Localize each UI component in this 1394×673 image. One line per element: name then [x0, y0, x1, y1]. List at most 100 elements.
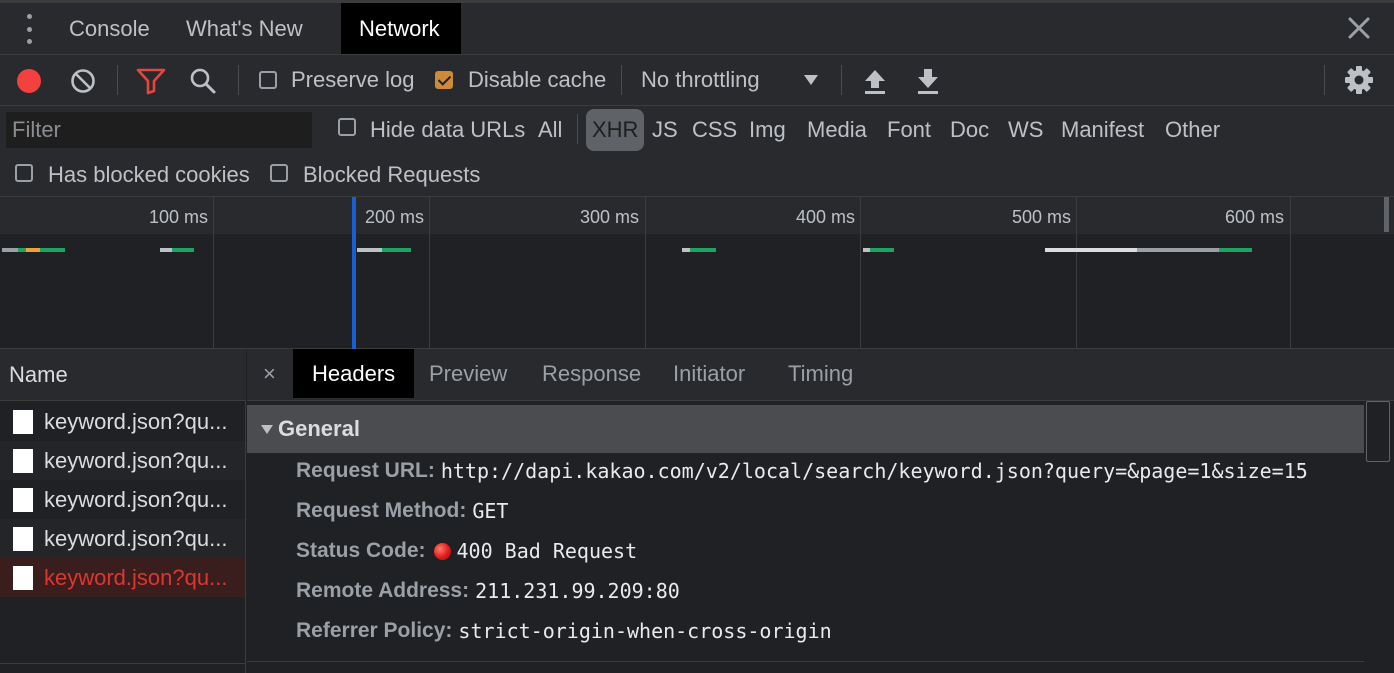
header-value[interactable]: strict-origin-when-cross-origin [458, 619, 831, 643]
type-filter-manifest[interactable]: Manifest [1055, 109, 1150, 151]
timeline-marker[interactable] [352, 197, 356, 349]
tab-response[interactable]: Response [523, 349, 660, 398]
tick-label: 400 ms [796, 207, 856, 227]
request-row[interactable]: keyword.json?qu... [0, 519, 245, 558]
grid-line [860, 197, 861, 349]
blocked-requests-checkbox[interactable] [270, 164, 288, 182]
filter-icon[interactable] [136, 67, 166, 95]
tab-timing[interactable]: Timing [769, 349, 872, 398]
header-value[interactable]: GET [472, 499, 508, 523]
has-blocked-cookies-label[interactable]: Has blocked cookies [48, 162, 250, 188]
tick-label: 600 ms [1225, 207, 1285, 227]
import-har-icon[interactable] [862, 67, 888, 95]
type-filter-media[interactable]: Media [801, 109, 873, 151]
throttling-select[interactable]: No throttling [641, 67, 760, 93]
timeline-bar-segment [1137, 248, 1219, 252]
timeline-bar-segment [357, 248, 382, 252]
toolbar-separator [238, 65, 239, 95]
timeline-bar-segment [26, 248, 40, 252]
timeline-bar-segment [690, 248, 716, 252]
search-icon[interactable] [189, 67, 217, 95]
type-filter-all[interactable]: All [532, 109, 568, 151]
tick-label: 300 ms [580, 207, 640, 227]
gear-icon[interactable] [1344, 65, 1374, 95]
filter-bar: Hide data URLs All XHR JS CSS Img Media … [0, 106, 1394, 197]
tick-label: 500 ms [1012, 207, 1072, 227]
toolbar-separator [117, 65, 118, 95]
grid-line [429, 197, 430, 349]
preserve-log-label[interactable]: Preserve log [291, 67, 415, 93]
document-icon [13, 410, 33, 434]
grid-line [1290, 197, 1291, 349]
hide-data-urls-checkbox[interactable] [338, 118, 356, 136]
triangle-down-icon [261, 425, 273, 434]
header-row-referrer-policy: Referrer Policy: strict-origin-when-cross… [296, 619, 832, 649]
kebab-menu-icon[interactable] [18, 14, 40, 44]
chevron-down-icon[interactable] [803, 73, 819, 87]
type-filter-doc[interactable]: Doc [944, 109, 995, 151]
disable-cache-checkbox[interactable] [435, 71, 453, 89]
timeline-bar-segment [1219, 248, 1252, 252]
timeline-bar-segment [1045, 248, 1137, 252]
close-icon[interactable]: × [263, 361, 276, 387]
header-value[interactable]: http://dapi.kakao.com/v2/local/search/ke… [441, 459, 1308, 483]
preserve-log-checkbox[interactable] [259, 71, 277, 89]
clear-icon[interactable] [69, 67, 97, 95]
devtools-tab-bar: Console What's New Network [0, 0, 1394, 55]
header-key: Request URL: [296, 459, 435, 482]
tab-initiator[interactable]: Initiator [654, 349, 764, 398]
record-icon[interactable] [15, 67, 43, 95]
type-filter-css[interactable]: CSS [686, 109, 743, 151]
has-blocked-cookies-checkbox[interactable] [15, 164, 33, 182]
status-error-icon [433, 542, 451, 560]
tab-whats-new[interactable]: What's New [168, 3, 321, 54]
timeline-bar-segment [172, 248, 194, 252]
header-value[interactable]: 211.231.99.209:80 [475, 579, 680, 603]
document-icon [13, 527, 33, 551]
timeline-header [0, 197, 1394, 234]
section-title: General [278, 416, 360, 441]
type-filter-other[interactable]: Other [1159, 109, 1226, 151]
timeline-bar-segment [160, 248, 172, 252]
tab-headers[interactable]: Headers [293, 349, 415, 398]
request-name: keyword.json?qu... [44, 409, 228, 434]
header-row-request-url: Request URL: http://dapi.kakao.com/v2/loc… [296, 459, 1308, 489]
request-name: keyword.json?qu... [44, 448, 228, 473]
header-key: Status Code: [296, 539, 426, 562]
scrollbar-thumb[interactable] [1366, 401, 1390, 462]
tab-preview[interactable]: Preview [410, 349, 526, 398]
request-row[interactable]: keyword.json?qu... [0, 480, 245, 519]
filter-input[interactable] [6, 112, 312, 148]
type-filter-xhr[interactable]: XHR [586, 109, 645, 151]
tab-console[interactable]: Console [51, 3, 168, 54]
request-detail: × Headers Preview Response Initiator Tim… [247, 349, 1394, 673]
header-row-remote-address: Remote Address: 211.231.99.209:80 [296, 579, 680, 609]
blocked-requests-label[interactable]: Blocked Requests [303, 162, 480, 188]
close-icon[interactable] [1345, 14, 1373, 42]
timeline-bar-segment [40, 248, 65, 252]
general-section-header[interactable]: General [247, 405, 1364, 453]
request-row[interactable]: keyword.json?qu... [0, 402, 245, 441]
grid-line [1076, 197, 1077, 349]
export-har-icon[interactable] [915, 67, 941, 95]
header-value[interactable]: 400 Bad Request [457, 539, 638, 563]
document-icon [13, 449, 33, 473]
type-filter-img[interactable]: Img [743, 109, 792, 151]
type-filter-font[interactable]: Font [881, 109, 937, 151]
request-row[interactable]: keyword.json?qu... [0, 441, 245, 480]
type-filter-ws[interactable]: WS [1002, 109, 1049, 151]
document-icon [13, 488, 33, 512]
document-icon [13, 566, 33, 590]
hide-data-urls-label[interactable]: Hide data URLs [370, 117, 525, 143]
header-key: Request Method: [296, 499, 467, 522]
name-column-header[interactable]: Name [0, 349, 246, 401]
header-row-request-method: Request Method: GET [296, 499, 508, 529]
header-row-status-code: Status Code: 400 Bad Request [296, 539, 637, 569]
disable-cache-label[interactable]: Disable cache [468, 67, 606, 93]
tab-network[interactable]: Network [341, 3, 461, 54]
type-filter-js[interactable]: JS [646, 109, 684, 151]
timeline-overview[interactable]: 100 ms 200 ms 300 ms 400 ms 500 ms 600 m… [0, 197, 1394, 349]
request-name: keyword.json?qu... [44, 526, 228, 551]
overview-scrollbar[interactable] [1384, 197, 1389, 232]
request-row-selected[interactable]: keyword.json?qu... [0, 558, 245, 597]
